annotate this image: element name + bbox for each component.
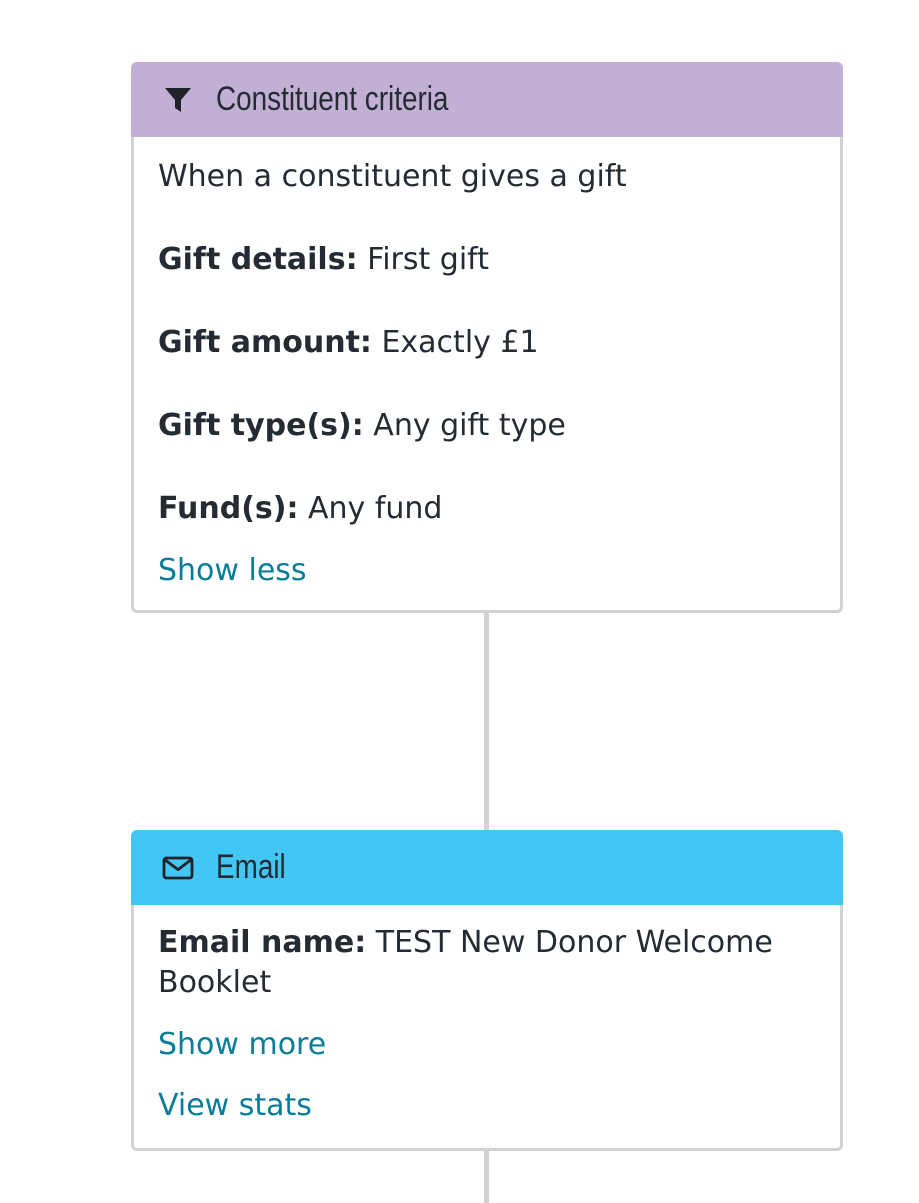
field-value: Exactly £1 <box>381 325 539 360</box>
criteria-card-header: Constituent criteria <box>131 62 843 137</box>
email-card-title: Email <box>216 848 286 886</box>
trigger-text: When a constituent gives a gift <box>158 159 627 194</box>
email-step-card[interactable]: Email Email name: TEST New Donor Welcome… <box>131 830 843 1151</box>
connector-line-1 <box>484 610 489 832</box>
constituent-criteria-card[interactable]: Constituent criteria When a constituent … <box>131 62 843 613</box>
criteria-field-gift-amount: Gift amount: Exactly £1 <box>158 323 816 363</box>
filter-icon <box>162 84 194 116</box>
criteria-field-funds: Fund(s): Any fund <box>158 489 816 529</box>
show-more-link[interactable]: Show more <box>158 1025 326 1065</box>
field-label: Gift details: <box>158 242 358 277</box>
envelope-icon <box>162 852 194 884</box>
criteria-field-gift-types: Gift type(s): Any gift type <box>158 406 816 446</box>
criteria-field-gift-details: Gift details: First gift <box>158 240 816 280</box>
field-label: Email name: <box>158 925 367 960</box>
show-less-link[interactable]: Show less <box>158 551 307 591</box>
criteria-card-title: Constituent criteria <box>216 80 449 118</box>
field-value: Any fund <box>308 491 443 526</box>
field-label: Gift amount: <box>158 325 372 360</box>
field-label: Gift type(s): <box>158 408 364 443</box>
journey-canvas: Constituent criteria When a constituent … <box>0 0 919 1203</box>
criteria-card-body: When a constituent gives a gift Gift det… <box>134 137 840 613</box>
email-card-body: Email name: TEST New Donor Welcome Bookl… <box>134 905 840 1148</box>
email-card-header: Email <box>131 830 843 905</box>
email-name-field: Email name: TEST New Donor Welcome Bookl… <box>158 923 816 1003</box>
connector-line-2 <box>484 1148 489 1203</box>
view-stats-link[interactable]: View stats <box>158 1086 312 1126</box>
field-value: Any gift type <box>373 408 566 443</box>
field-value: First gift <box>367 242 489 277</box>
field-label: Fund(s): <box>158 491 299 526</box>
